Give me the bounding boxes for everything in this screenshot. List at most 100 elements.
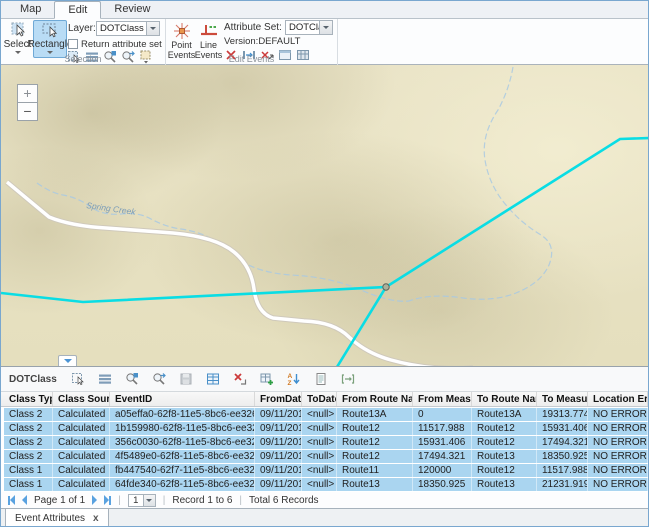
report-icon[interactable] (314, 372, 328, 386)
tab-map[interactable]: Map (7, 1, 54, 19)
rectangle-select-icon (41, 21, 59, 39)
layer-label: Layer: (68, 23, 96, 34)
save-icon[interactable] (179, 372, 193, 386)
table-row[interactable]: Class 1Calculated64fde340-62f8-11e5-8bc6… (4, 478, 648, 491)
table-cell: 120000 (413, 464, 472, 477)
column-header[interactable]: FromDate (255, 392, 302, 406)
creek-lines (37, 67, 552, 301)
rectangle-select-button[interactable]: Rectangle (33, 20, 67, 58)
table-cell: 17494.321 (413, 450, 472, 463)
route-lines[interactable] (1, 138, 648, 367)
table-cell: Class 2 (4, 408, 53, 421)
return-attribute-set-checkbox[interactable] (68, 39, 78, 49)
table-cell: Route12 (337, 436, 413, 449)
table-cell: <null> (302, 478, 337, 491)
first-page-button[interactable] (8, 495, 15, 505)
column-header[interactable]: Location Error (588, 392, 648, 406)
table-cell: a05effa0-62f8-11e5-8bc6-ee32641d5ec9 (110, 408, 255, 421)
map-canvas[interactable]: Spring Creek + − (1, 65, 648, 367)
map-zoom-control: + − (17, 84, 38, 121)
table-cell: 356c0030-62f8-11e5-8bc6-ee32641d5ec9 (110, 436, 255, 449)
event-editor-window: Map Edit Review Select Rectangle Layer: (0, 0, 649, 527)
table-cell: Calculated (53, 408, 110, 421)
separator: | (239, 495, 242, 506)
rectangle-button-label: Rectangle (27, 39, 72, 50)
svg-text:Z: Z (287, 380, 291, 386)
point-events-icon (172, 21, 192, 41)
table-cell: 21231.919 (537, 478, 588, 491)
column-header[interactable]: ToDate (302, 392, 337, 406)
record-range-label: Record 1 to 6 (172, 495, 232, 506)
attribute-set-label: Attribute Set: (224, 22, 282, 33)
delete-record-icon[interactable] (233, 372, 247, 386)
selection-group-label: Selection (1, 54, 165, 64)
last-page-button[interactable] (104, 495, 111, 505)
return-attribute-set-label: Return attribute set (81, 39, 162, 50)
table-cell: NO ERROR (588, 478, 648, 491)
tab-edit[interactable]: Edit (54, 1, 101, 19)
table-cell: 09/11/2015 (255, 436, 302, 449)
column-header[interactable]: From Route Name (337, 392, 413, 406)
table-title: DOTClass (9, 374, 57, 385)
chevron-down-icon[interactable] (146, 22, 159, 35)
table-cell: Class 2 (4, 436, 53, 449)
layer-combobox[interactable]: DOTClass (96, 21, 160, 36)
map-overlay: Spring Creek (1, 65, 648, 367)
table-cell: Class 2 (4, 450, 53, 463)
menu-icon[interactable] (98, 372, 112, 386)
tab-event-attributes[interactable]: Event Attributes x (5, 509, 109, 527)
table-row[interactable]: Class 1Calculatedfb447540-62f7-11e5-8bc6… (4, 464, 648, 477)
column-header[interactable]: EventID (110, 392, 255, 406)
attribute-table-icon[interactable] (206, 372, 220, 386)
column-header[interactable]: To Route Name (472, 392, 537, 406)
table-cell: <null> (302, 450, 337, 463)
table-cell: 09/11/2015 (255, 450, 302, 463)
zoom-to-selection-icon[interactable] (125, 372, 139, 386)
table-cell: Class 1 (4, 478, 53, 491)
panel-collapse-button[interactable] (58, 355, 77, 366)
route-junction-marker[interactable] (383, 284, 389, 290)
page-number-value: 1 (129, 495, 143, 506)
select-tool-icon[interactable] (71, 372, 85, 386)
table-cell: 18350.925 (537, 450, 588, 463)
pagination-bar: Page 1 of 1 | 1 | Record 1 to 6 | Total … (1, 492, 648, 508)
pan-to-selection-icon[interactable] (152, 372, 166, 386)
table-cell: Route12 (472, 436, 537, 449)
table-header: Class TypeClass SourceEventIDFromDateToD… (1, 392, 648, 407)
table-row[interactable]: Class 2Calculated1b159980-62f8-11e5-8bc6… (4, 422, 648, 435)
chevron-down-icon[interactable] (319, 21, 332, 34)
add-record-icon[interactable] (260, 372, 274, 386)
table-row[interactable]: Class 2Calculateda05effa0-62f8-11e5-8bc6… (4, 408, 648, 421)
table-cell: <null> (302, 422, 337, 435)
column-header[interactable]: Class Type (4, 392, 53, 406)
zoom-in-button[interactable]: + (17, 84, 38, 103)
next-page-button[interactable] (92, 495, 97, 505)
table-cell: Route12 (337, 422, 413, 435)
table-cell: NO ERROR (588, 450, 648, 463)
sort-icon[interactable]: AZ (287, 372, 301, 386)
table-cell: 19313.774 (537, 408, 588, 421)
table-row[interactable]: Class 2Calculated4f5489e0-62f8-11e5-8bc6… (4, 450, 648, 463)
measure-icon[interactable] (341, 372, 355, 386)
page-number-dropdown[interactable]: 1 (128, 494, 156, 507)
table-cell: 09/11/2015 (255, 464, 302, 477)
tab-review[interactable]: Review (101, 1, 163, 19)
column-header[interactable]: To Measure (537, 392, 588, 406)
table-cell: 17494.321 (537, 436, 588, 449)
table-cell: Class 1 (4, 464, 53, 477)
column-header[interactable]: Class Source (53, 392, 110, 406)
zoom-out-button[interactable]: − (17, 102, 38, 121)
table-row[interactable]: Class 2Calculated356c0030-62f8-11e5-8bc6… (4, 436, 648, 449)
route-segment-west (1, 287, 386, 302)
attribute-set-combobox[interactable]: DOTClass (285, 20, 333, 35)
column-header[interactable]: From Measure (413, 392, 472, 406)
layer-combobox-value: DOTClass (97, 23, 146, 34)
table-cell: Route12 (472, 464, 537, 477)
table-cell: 15931.406 (413, 436, 472, 449)
previous-page-button[interactable] (22, 495, 27, 505)
table-cell: 09/11/2015 (255, 478, 302, 491)
table-cell: 15931.406 (537, 422, 588, 435)
page-label: Page 1 of 1 (34, 495, 85, 506)
table-cell: Route13A (337, 408, 413, 421)
close-icon[interactable]: x (93, 513, 99, 524)
